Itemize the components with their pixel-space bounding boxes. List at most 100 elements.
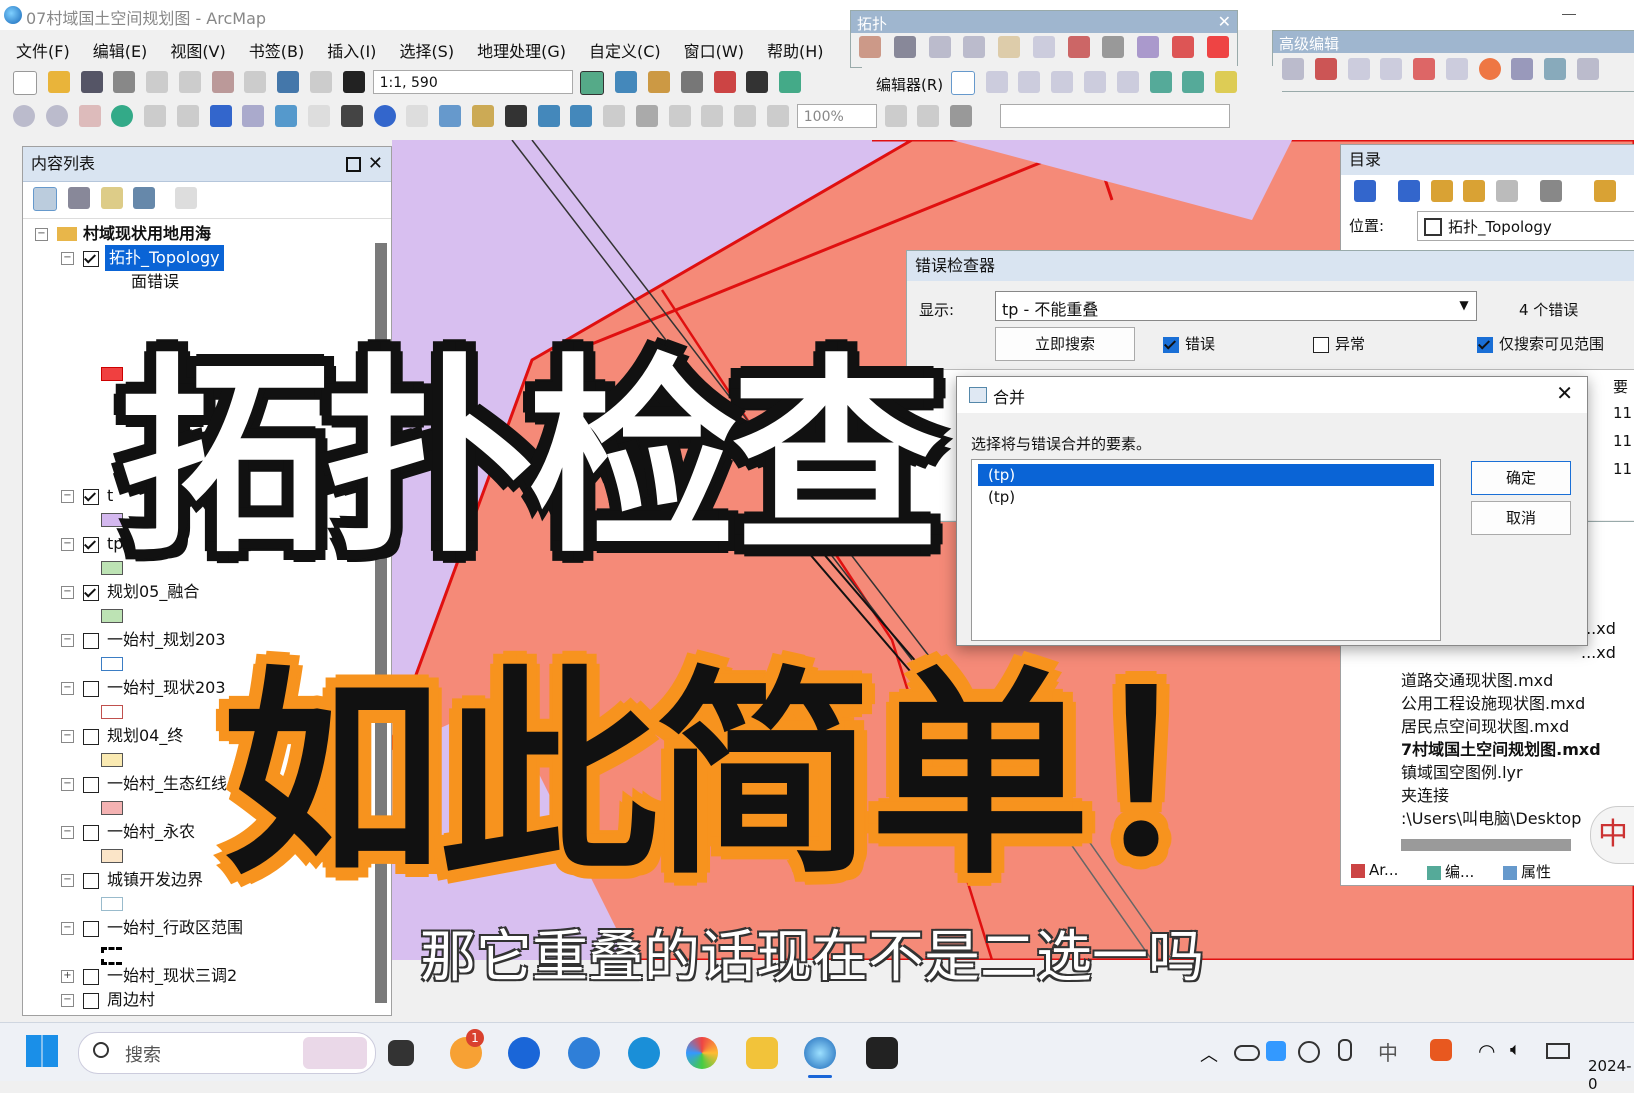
copy-icon[interactable] <box>178 71 201 93</box>
zoom-out-icon[interactable] <box>45 105 68 127</box>
rule-select[interactable]: tp - 不能重叠 ▼ <box>995 291 1477 321</box>
task-view-icon[interactable] <box>388 1040 414 1066</box>
print-icon[interactable] <box>113 71 136 93</box>
catalog-item[interactable]: 7村域国土空间规划图.mxd <box>1401 736 1601 760</box>
close-icon[interactable]: ✕ <box>1556 381 1573 405</box>
calculator-app-icon[interactable] <box>568 1037 600 1069</box>
sync-icon[interactable] <box>1298 1041 1320 1063</box>
find-route-icon[interactable] <box>537 105 560 127</box>
topology-edit-icon[interactable] <box>893 36 916 58</box>
topology-tool-icon[interactable] <box>928 36 951 58</box>
ok-button[interactable]: 确定 <box>1471 461 1571 495</box>
search-now-button[interactable]: 立即搜索 <box>995 327 1135 361</box>
go-to-xy-icon[interactable] <box>570 105 593 127</box>
app-l-icon[interactable] <box>508 1037 540 1069</box>
save-icon[interactable] <box>80 71 103 93</box>
topology-tool-icon[interactable] <box>1032 36 1055 58</box>
menu-help[interactable]: 帮助(H) <box>767 34 824 62</box>
catalog-item[interactable]: 公用工程设施现状图.mxd <box>1401 690 1585 714</box>
taskbar-clock[interactable]: 2024-0 <box>1588 1057 1634 1093</box>
new-folder-icon[interactable] <box>1593 180 1616 202</box>
change-layout-icon[interactable] <box>950 105 973 127</box>
edit-tool-icon[interactable] <box>950 71 975 95</box>
connect-folder-icon[interactable] <box>1496 180 1519 202</box>
menu-view[interactable]: 视图(V) <box>170 34 225 62</box>
menu-edit[interactable]: 编辑(E) <box>93 34 148 62</box>
python-window-icon[interactable] <box>746 71 769 93</box>
new-document-icon[interactable] <box>13 71 37 95</box>
collapse-icon[interactable]: − <box>61 994 74 1007</box>
layout-extent-icon[interactable] <box>766 105 789 127</box>
collapse-icon[interactable]: − <box>61 826 74 839</box>
collapse-icon[interactable]: − <box>61 538 74 551</box>
visible-extent-checkbox[interactable] <box>1477 337 1493 353</box>
search-window-icon[interactable] <box>680 71 703 93</box>
layer-checkbox[interactable] <box>83 825 99 841</box>
show-hidden-icons[interactable]: ︿ <box>1200 1041 1218 1067</box>
exceptions-checkbox[interactable] <box>1313 337 1329 353</box>
list-by-selection-icon[interactable] <box>133 187 156 209</box>
editor-toolbar-icon[interactable] <box>580 71 605 95</box>
collapse-icon[interactable]: − <box>61 922 74 935</box>
file-explorer-icon[interactable] <box>746 1037 778 1069</box>
catalog-item[interactable]: 镇域国空图例.lyr <box>1401 759 1523 783</box>
menu-file[interactable]: 文件(F) <box>16 34 70 62</box>
validate-extent-icon[interactable] <box>1102 36 1125 58</box>
up-one-level-icon[interactable] <box>1430 180 1453 202</box>
errors-checkbox[interactable] <box>1163 337 1179 353</box>
column-header[interactable]: 要 <box>1613 376 1628 397</box>
reshape-icon[interactable] <box>1182 71 1205 93</box>
location-field[interactable]: 拓扑_Topology <box>1417 211 1634 241</box>
onedrive-icon[interactable] <box>1234 1045 1260 1061</box>
battery-icon[interactable] <box>1546 1043 1570 1059</box>
cancel-button[interactable]: 取消 <box>1471 501 1571 535</box>
layer-checkbox[interactable] <box>83 489 99 505</box>
menu-selection[interactable]: 选择(S) <box>399 34 454 62</box>
straight-segment-icon[interactable] <box>1018 71 1041 93</box>
expand-icon[interactable]: + <box>61 970 74 983</box>
collapse-icon[interactable]: − <box>61 252 74 265</box>
layer-checkbox[interactable] <box>83 681 99 697</box>
restore-icon[interactable] <box>346 157 361 172</box>
collapse-icon[interactable]: − <box>61 730 74 743</box>
recorder-app-icon[interactable] <box>866 1037 898 1069</box>
find-icon[interactable] <box>504 105 527 127</box>
layer-checkbox[interactable] <box>83 921 99 937</box>
rotate-icon[interactable] <box>1544 58 1567 80</box>
collapse-icon[interactable]: − <box>61 874 74 887</box>
color-app-icon[interactable] <box>686 1037 718 1069</box>
toc-window-icon[interactable] <box>615 71 638 93</box>
forward-arrow-icon[interactable] <box>242 105 265 127</box>
map-scale-combo[interactable]: 1:1, 590 <box>372 70 573 94</box>
smooth-icon[interactable] <box>1577 58 1600 80</box>
arctoolbox-tab[interactable]: Ar... <box>1351 861 1398 879</box>
start-button-icon[interactable] <box>26 1035 58 1067</box>
extend-icon[interactable] <box>1347 58 1370 80</box>
minimize-button[interactable] <box>1562 14 1576 15</box>
collapse-icon[interactable]: − <box>61 586 74 599</box>
select-elements-icon[interactable] <box>340 105 363 127</box>
table-cell[interactable]: 11 <box>1613 460 1632 478</box>
trace-icon[interactable] <box>1084 71 1107 93</box>
layout-zoom-icon[interactable] <box>668 105 691 127</box>
fillet-icon[interactable] <box>1314 58 1337 80</box>
catalog-item[interactable]: 夹连接 <box>1401 782 1449 806</box>
close-icon[interactable]: ✕ <box>368 147 383 181</box>
list-by-drawing-order-icon[interactable] <box>33 187 57 211</box>
geometry-combo[interactable] <box>999 104 1230 128</box>
toggle-draft-icon[interactable] <box>884 105 907 127</box>
list-by-visibility-icon[interactable] <box>100 187 123 209</box>
full-extent-icon[interactable] <box>111 105 134 127</box>
layout-zoom-icon[interactable] <box>701 105 724 127</box>
catalog-item[interactable]: 居民点空间现状图.mxd <box>1401 713 1569 737</box>
pan-icon[interactable] <box>78 105 101 127</box>
catalog-window-icon[interactable] <box>647 71 670 93</box>
attributes-tab[interactable]: 属性 <box>1503 861 1551 882</box>
menu-bookmarks[interactable]: 书签(B) <box>249 34 304 62</box>
editor-menu[interactable]: 编辑器(R) <box>876 74 943 95</box>
wifi-icon[interactable]: ◠ <box>1478 1039 1495 1063</box>
undo-icon[interactable] <box>277 71 300 93</box>
layer-checkbox[interactable] <box>83 633 99 649</box>
tray-s-icon[interactable] <box>1430 1039 1452 1061</box>
catalog-item[interactable]: 道路交通现状图.mxd <box>1401 667 1553 691</box>
